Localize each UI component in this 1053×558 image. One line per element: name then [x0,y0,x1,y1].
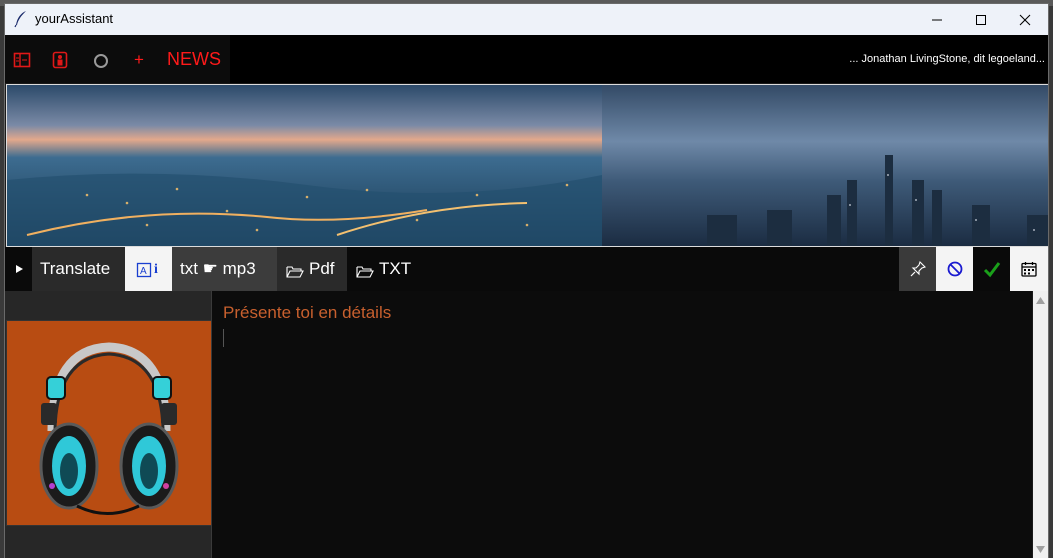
calendar-icon [1021,262,1037,277]
minimize-icon [932,19,942,20]
cancel-button[interactable] [936,247,973,291]
maximize-icon [976,14,986,25]
tab-txt-mp3[interactable]: txt ☛ mp3 [172,247,277,291]
layout-icon [13,52,31,68]
tab-txt[interactable]: TXT [347,247,427,291]
city-banner-image [6,84,1048,247]
tab-translate[interactable]: Translate [32,247,125,291]
person-icon [52,51,68,69]
scroll-down-button[interactable] [1033,542,1048,556]
window-title: yourAssistant [35,11,114,26]
scroll-up-icon [1036,296,1045,304]
cancel-icon [947,261,962,277]
pin-button[interactable] [899,247,936,291]
headphones-image [6,320,212,526]
svg-text:i: i [154,262,158,277]
app-window: yourAssistant + NEWS ... Jonathan Living… [5,4,1048,558]
folder-open-icon [286,266,304,278]
minimize-button[interactable] [914,4,960,35]
news-ticker: ... Jonathan LivingStone, dit legoeland.… [846,51,1048,67]
folder-open-icon [356,266,374,278]
ai-info-button[interactable]: A i [125,247,172,291]
close-icon [1019,14,1031,25]
tab-pdf[interactable]: Pdf [277,247,347,291]
circle-icon [94,54,108,68]
play-icon [15,265,23,273]
pin-icon [910,260,926,277]
city-skyline-illustration [7,85,1048,246]
text-caret [223,329,224,347]
tab-txt-mp3-label: txt ☛ mp3 [180,259,256,278]
tab-bar: Translate A i txt ☛ mp3 Pdf TXT [5,247,1048,291]
prompt-editor[interactable]: Présente toi en détails [211,291,1032,558]
expand-button[interactable] [5,247,32,291]
tab-translate-label: Translate [40,259,111,278]
news-button[interactable]: NEWS [167,49,221,70]
calendar-button[interactable] [1010,247,1048,291]
top-toolbar: + NEWS ... Jonathan LivingStone, dit leg… [5,35,1048,83]
toolbar-actions: + NEWS [5,35,230,83]
person-button[interactable] [49,49,71,71]
editor-scrollbar[interactable] [1033,291,1048,558]
feather-icon [14,11,26,28]
tab-txt-label: TXT [379,259,412,278]
side-panel [5,291,212,558]
plus-button[interactable]: + [128,49,150,71]
scroll-up-button[interactable] [1033,293,1048,307]
check-icon [983,262,1000,278]
plus-icon: + [134,50,144,69]
title-bar: yourAssistant [5,4,1048,35]
ai-info-icon: A i [136,262,158,278]
tab-pdf-label: Pdf [309,259,335,278]
scroll-down-icon [1036,545,1045,553]
close-button[interactable] [1002,4,1048,35]
svg-text:A: A [140,266,147,277]
confirm-button[interactable] [973,247,1010,291]
maximize-button[interactable] [958,4,1004,35]
circle-button[interactable] [90,49,112,71]
prompt-text: Présente toi en détails [223,303,392,322]
layout-button[interactable] [11,49,33,71]
